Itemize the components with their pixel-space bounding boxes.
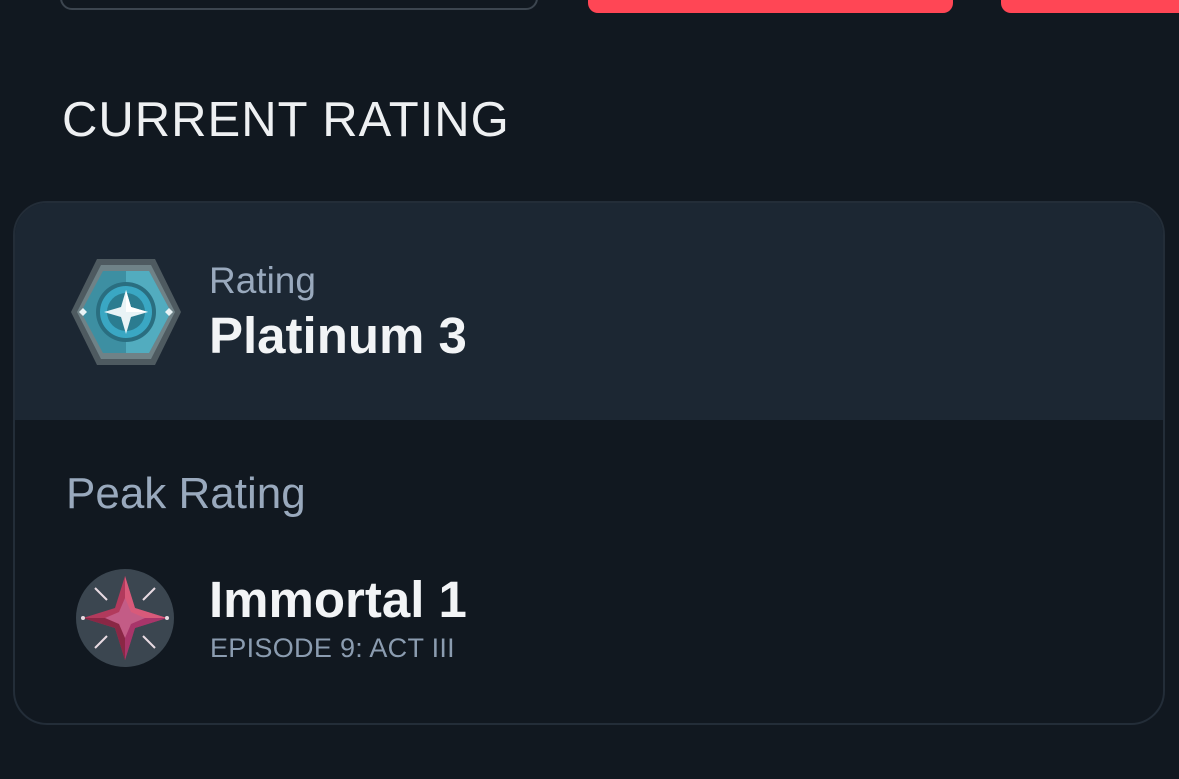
- secondary-action-button[interactable]: [1001, 0, 1179, 13]
- platinum-rank-icon: [67, 253, 185, 371]
- section-title: CURRENT RATING: [62, 93, 510, 147]
- rating-card: Rating Platinum 3 Peak Rating Immortal 1…: [13, 201, 1165, 725]
- page: CURRENT RATING Rating Platinum 3 Peak Ra…: [0, 0, 1179, 779]
- current-rating-panel: Rating Platinum 3: [15, 203, 1163, 420]
- peak-rating-label: Peak Rating: [66, 469, 306, 518]
- primary-action-button[interactable]: [588, 0, 953, 13]
- immortal-rank-icon: [75, 568, 175, 668]
- rating-value: Platinum 3: [209, 307, 467, 364]
- peak-episode-label: EPISODE 9: ACT III: [210, 633, 455, 663]
- rating-label: Rating: [209, 260, 316, 301]
- search-input[interactable]: [60, 0, 538, 10]
- peak-rating-value: Immortal 1: [209, 571, 467, 628]
